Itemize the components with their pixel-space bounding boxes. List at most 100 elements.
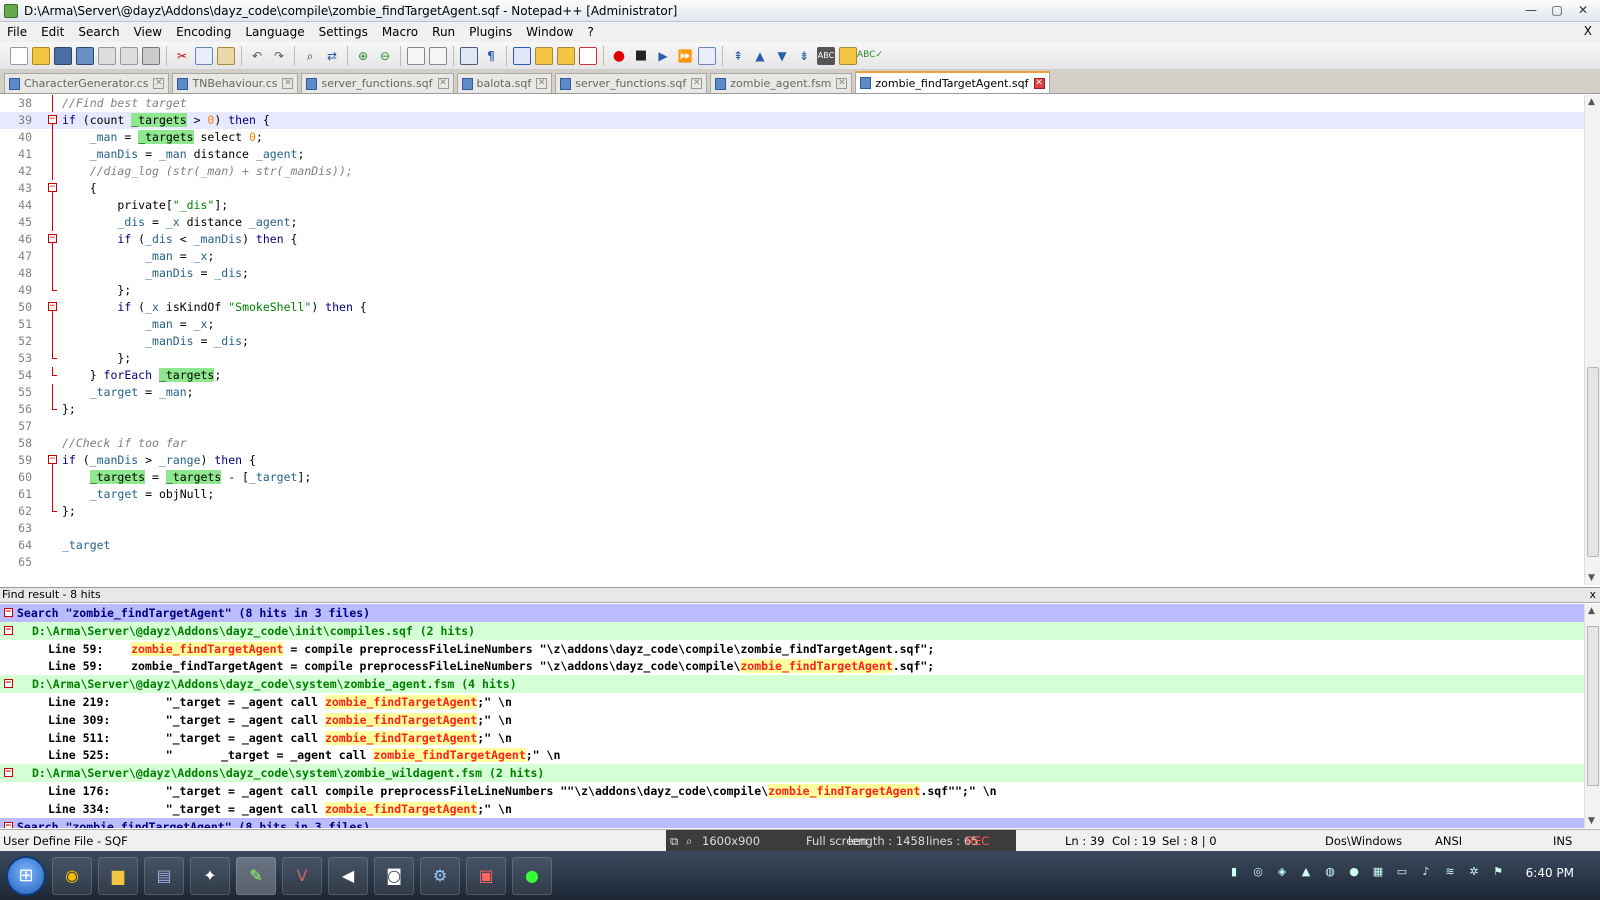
code-line[interactable]: 46− if (_dis < _manDis) then { bbox=[0, 231, 1584, 248]
result-hit-row[interactable]: Line 59: zombie_findTargetAgent = compil… bbox=[0, 657, 1584, 675]
move-up-icon[interactable]: ▲ bbox=[751, 47, 769, 65]
tab-close-icon[interactable]: ✕ bbox=[536, 78, 548, 89]
find-icon[interactable]: ⌕ bbox=[301, 47, 319, 65]
wifi-icon[interactable]: ≋ bbox=[1440, 865, 1460, 883]
tab-zombie-agent[interactable]: zombie_agent.fsm ✕ bbox=[710, 73, 853, 93]
show-all-chars-icon[interactable]: ¶ bbox=[482, 47, 500, 65]
auto-spell-check-icon[interactable]: ABC✓ bbox=[857, 47, 883, 65]
tab-close-icon[interactable]: ✕ bbox=[836, 78, 848, 89]
visual-studio-icon[interactable]: V bbox=[282, 856, 322, 895]
word-wrap-icon[interactable] bbox=[460, 46, 478, 65]
result-hit-row[interactable]: Line 309: "_target = _agent call zombie_… bbox=[0, 711, 1584, 729]
code-line[interactable]: 61 _target = objNull; bbox=[0, 486, 1584, 503]
code-line[interactable]: 52 _manDis = _dis; bbox=[0, 333, 1584, 350]
fold-toggle-icon[interactable]: − bbox=[4, 821, 13, 828]
code-line[interactable]: 64 _target bbox=[0, 537, 1584, 554]
tab-close-icon[interactable]: ✕ bbox=[1033, 77, 1045, 89]
scroll-thumb[interactable] bbox=[1587, 626, 1599, 786]
menu-help[interactable]: ? bbox=[580, 25, 600, 39]
code-line[interactable]: 43− { bbox=[0, 180, 1584, 197]
result-file-row[interactable]: − D:\Arma\Server\@dayz\Addons\dayz_code\i… bbox=[0, 621, 1584, 640]
tab-close-icon[interactable]: ✕ bbox=[153, 78, 165, 89]
code-line[interactable]: 58 //Check if too far bbox=[0, 435, 1584, 452]
menu-macro[interactable]: Macro bbox=[375, 25, 425, 39]
tab-zombie-findtargetagent[interactable]: zombie_findTargetAgent.sqf ✕ bbox=[855, 71, 1050, 93]
code-editor[interactable]: 38//Find best target 39− if (count _target… bbox=[0, 95, 1584, 585]
zoom-out-icon[interactable]: ⊖ bbox=[376, 47, 394, 65]
paste-icon[interactable] bbox=[217, 46, 235, 65]
scroll-up-icon[interactable]: ▲ bbox=[1588, 97, 1595, 107]
fold-toggle-icon[interactable]: − bbox=[4, 625, 13, 635]
code-line[interactable]: 63 bbox=[0, 520, 1584, 537]
flag-icon[interactable]: ⚑ bbox=[1488, 865, 1508, 883]
drive-icon[interactable]: ▲ bbox=[1296, 865, 1316, 883]
menu-encoding[interactable]: Encoding bbox=[169, 25, 238, 39]
fold-toggle-icon[interactable]: − bbox=[4, 608, 13, 617]
move-down-icon[interactable]: ▼ bbox=[773, 47, 791, 65]
close-all-icon[interactable] bbox=[120, 46, 138, 65]
code-line[interactable]: 48 _manDis = _dis; bbox=[0, 265, 1584, 282]
chrome-icon[interactable]: ◉ bbox=[52, 856, 92, 895]
menu-language[interactable]: Language bbox=[238, 25, 311, 39]
code-line[interactable]: 45 _dis = _x distance _agent; bbox=[0, 214, 1584, 231]
zoom-in-icon[interactable]: ⊕ bbox=[354, 47, 372, 65]
menu-run[interactable]: Run bbox=[425, 25, 462, 39]
code-line[interactable]: 38 //Find best target bbox=[0, 95, 1584, 112]
run-macro-multiple-icon[interactable]: ⏩ bbox=[676, 47, 694, 65]
code-line[interactable]: 49 }; bbox=[0, 282, 1584, 299]
fold-toggle-icon[interactable]: − bbox=[46, 299, 58, 316]
code-line[interactable]: 60 _targets = _targets - [_target]; bbox=[0, 469, 1584, 486]
sync-horizontal-icon[interactable] bbox=[429, 46, 447, 65]
app-tray-icon[interactable]: ▦ bbox=[1368, 865, 1388, 883]
save-all-icon[interactable] bbox=[76, 46, 94, 65]
scroll-down-icon[interactable]: ▼ bbox=[1588, 816, 1595, 826]
results-scrollbar[interactable]: ▲ ▼ bbox=[1584, 604, 1600, 828]
code-line[interactable]: 39− if (count _targets > 0) then { bbox=[0, 112, 1584, 129]
copy-icon[interactable] bbox=[195, 46, 213, 65]
minimize-button[interactable]: — bbox=[1518, 1, 1544, 19]
result-hit-row[interactable]: Line 511: "_target = _agent call zombie_… bbox=[0, 729, 1584, 747]
settings-tray-icon[interactable]: ✲ bbox=[1464, 865, 1484, 883]
tab-charactergenerator[interactable]: CharacterGenerator.cs ✕ bbox=[4, 73, 170, 93]
result-hit-row[interactable]: Line 334: "_target = _agent call zombie_… bbox=[0, 800, 1584, 818]
spell-check-settings-icon[interactable] bbox=[839, 46, 857, 65]
redo-icon[interactable]: ↷ bbox=[270, 47, 288, 65]
steam-tray-icon[interactable]: ◎ bbox=[1248, 865, 1268, 883]
display-icon[interactable]: ▭ bbox=[1392, 865, 1412, 883]
maximize-button[interactable]: ▢ bbox=[1544, 1, 1570, 19]
fold-toggle-icon[interactable]: − bbox=[46, 452, 58, 469]
print-icon[interactable] bbox=[142, 46, 160, 65]
code-line[interactable]: 65 bbox=[0, 554, 1584, 571]
editor-scrollbar[interactable]: ▲ ▼ bbox=[1584, 95, 1600, 585]
result-hit-row[interactable]: Line 525: " _target = _agent call zombie… bbox=[0, 746, 1584, 764]
sync-vertical-icon[interactable] bbox=[407, 46, 425, 65]
shield-icon[interactable]: ◈ bbox=[1272, 865, 1292, 883]
undo-icon[interactable]: ↶ bbox=[248, 47, 266, 65]
function-list-icon[interactable] bbox=[579, 46, 597, 65]
razer-icon[interactable]: ● bbox=[512, 856, 552, 895]
result-hit-row[interactable]: Line 219: "_target = _agent call zombie_… bbox=[0, 693, 1584, 711]
notepad-icon[interactable]: ▤ bbox=[144, 856, 184, 895]
tab-close-icon[interactable]: ✕ bbox=[282, 78, 294, 89]
new-file-icon[interactable] bbox=[10, 46, 28, 65]
tab-close-icon[interactable]: ✕ bbox=[691, 78, 703, 89]
tab-close-icon[interactable]: ✕ bbox=[437, 78, 449, 89]
menu-view[interactable]: View bbox=[127, 25, 169, 39]
save-icon[interactable] bbox=[54, 46, 72, 65]
fold-toggle-icon[interactable]: − bbox=[4, 679, 13, 689]
find-results-panel[interactable]: − Search "zombie_findTargetAgent" (8 hits… bbox=[0, 604, 1584, 828]
cut-icon[interactable]: ✂ bbox=[173, 47, 191, 65]
steam-icon[interactable]: ⚙ bbox=[420, 856, 460, 895]
tab-balota[interactable]: balota.sqf ✕ bbox=[456, 73, 553, 93]
code-line[interactable]: 59− if (_manDis > _range) then { bbox=[0, 452, 1584, 469]
menu-settings[interactable]: Settings bbox=[312, 25, 375, 39]
expand-icon[interactable]: ⇟ bbox=[795, 47, 813, 65]
search-summary-row[interactable]: − Search "zombie_findTargetAgent" (8 hits… bbox=[0, 817, 1584, 828]
camera-icon[interactable]: ◙ bbox=[374, 856, 414, 895]
nvidia-icon[interactable]: ▮ bbox=[1224, 865, 1244, 883]
fold-toggle-icon[interactable]: − bbox=[46, 112, 58, 129]
code-line[interactable]: 62}; bbox=[0, 503, 1584, 520]
close-find-panel-button[interactable]: x bbox=[1589, 588, 1596, 602]
clock[interactable]: 6:40 PM bbox=[1526, 866, 1574, 880]
code-line[interactable]: 50− if (_x isKindOf "SmokeShell") then { bbox=[0, 299, 1584, 316]
